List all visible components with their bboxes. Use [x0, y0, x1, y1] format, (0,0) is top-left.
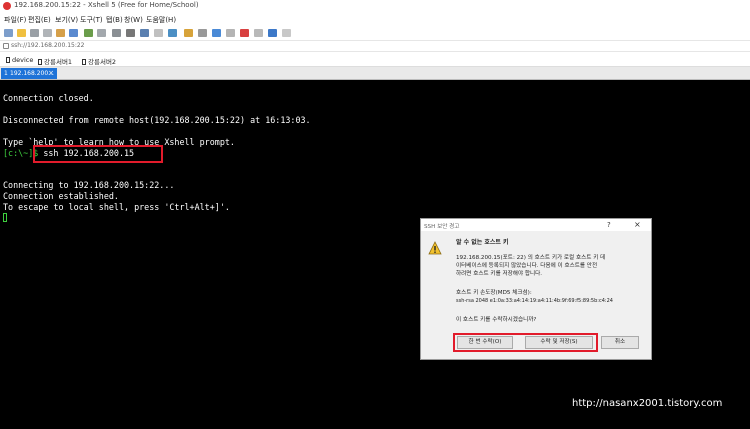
record-icon[interactable] [240, 29, 249, 37]
menu-help[interactable]: 도움말(H) [146, 15, 176, 25]
terminal-line: Connection closed. [3, 93, 94, 103]
tab-number: 1 [4, 70, 8, 77]
dialog-question: 이 호스트 키를 수락하시겠습니까? [456, 317, 537, 323]
bookmark-icon [38, 59, 42, 65]
address-icon [3, 43, 9, 49]
fingerprint-value: ssh-rsa 2048 e1:0a:33:a4:14:19:a4:11:4b:… [456, 298, 613, 304]
tab-bar: 1 192.168.200... × [0, 67, 750, 80]
find-icon[interactable] [112, 29, 121, 37]
fingerprint-label: 호스트 키 손도장(MD5 체크섬): [456, 290, 532, 296]
dialog-title: SSH 보안 경고 [424, 224, 460, 230]
layout-icon[interactable] [226, 29, 235, 37]
link-server-1[interactable]: 강릉서버1 [38, 56, 72, 66]
link-server-2[interactable]: 강릉서버2 [82, 56, 116, 66]
menu-file[interactable]: 파일(F) [4, 15, 26, 25]
menu-tab[interactable]: 탭(B) [106, 15, 123, 25]
font-icon[interactable] [154, 29, 163, 37]
session-manager-icon[interactable] [69, 29, 78, 37]
terminal-line: Connecting to 192.168.200.15:22... [3, 180, 175, 190]
terminal-line: To escape to local shell, press 'Ctrl+Al… [3, 202, 230, 212]
command-highlight [33, 145, 163, 163]
ssh-warning-dialog: SSH 보안 경고 ? × 알 수 없는 호스트 키 192.168.200.1… [420, 218, 652, 360]
address-bar[interactable]: ssh://192.168.200.15:22 [0, 41, 750, 52]
terminal-cursor [3, 213, 7, 222]
xshell-app-icon [3, 2, 11, 10]
terminal-line: Disconnected from remote host(192.168.20… [3, 115, 311, 125]
keyboard-icon[interactable] [254, 29, 263, 37]
link-label: device [12, 56, 34, 64]
watermark: http://nasanx2001.tistory.com [572, 398, 723, 409]
cancel-button[interactable]: 취소 [601, 336, 639, 349]
help-icon[interactable]: ? [607, 221, 611, 229]
help-icon[interactable] [268, 29, 277, 37]
tab-close-icon[interactable]: × [48, 69, 54, 77]
warning-icon [428, 241, 442, 255]
dialog-heading: 알 수 없는 호스트 키 [456, 239, 509, 246]
bookmark-icon [6, 57, 10, 63]
new-session-icon[interactable] [4, 29, 13, 37]
menu-view[interactable]: 보기(V) [55, 15, 78, 25]
terminal-line: Connection established. [3, 191, 119, 201]
copy-icon[interactable] [84, 29, 93, 37]
open-folder-icon[interactable] [17, 29, 26, 37]
toolbar [0, 26, 750, 41]
menu-edit[interactable]: 편집(E) [28, 15, 51, 25]
lock-icon[interactable] [184, 29, 193, 37]
disconnect-icon[interactable] [30, 29, 39, 37]
menu-window[interactable]: 창(W) [124, 15, 143, 25]
script-icon[interactable] [198, 29, 207, 37]
more-icon[interactable] [282, 29, 291, 37]
link-label: 강릉서버1 [44, 58, 73, 66]
dialog-message: 192.168.200.15(포트: 22) 의 호스트 키가 로컬 호스트 키… [456, 255, 606, 277]
links-bar: device 강릉서버1 강릉서버2 [0, 52, 750, 67]
tab-session[interactable]: 1 192.168.200... × [1, 68, 57, 79]
title-bar: 192.168.200.15:22 - Xshell 5 (Free for H… [0, 0, 750, 12]
buttons-highlight [453, 333, 598, 352]
window-title: 192.168.200.15:22 - Xshell 5 (Free for H… [14, 1, 199, 9]
transfer-icon[interactable] [140, 29, 149, 37]
reconnect-icon[interactable] [43, 29, 52, 37]
dialog-titlebar: SSH 보안 경고 ? × [421, 219, 651, 231]
address-value[interactable]: ssh://192.168.200.15:22 [11, 42, 85, 49]
link-device[interactable]: device [6, 56, 33, 64]
print-icon[interactable] [126, 29, 135, 37]
close-icon[interactable]: × [634, 220, 641, 229]
menu-bar: 파일(F) 편집(E) 보기(V) 도구(T) 탭(B) 창(W) 도움말(H) [0, 12, 750, 26]
globe-icon[interactable] [168, 29, 177, 37]
properties-icon[interactable] [56, 29, 65, 37]
bookmark-icon [82, 59, 86, 65]
link-label: 강릉서버2 [88, 58, 117, 66]
paste-icon[interactable] [97, 29, 106, 37]
menu-tools[interactable]: 도구(T) [80, 15, 103, 25]
compose-icon[interactable] [212, 29, 221, 37]
